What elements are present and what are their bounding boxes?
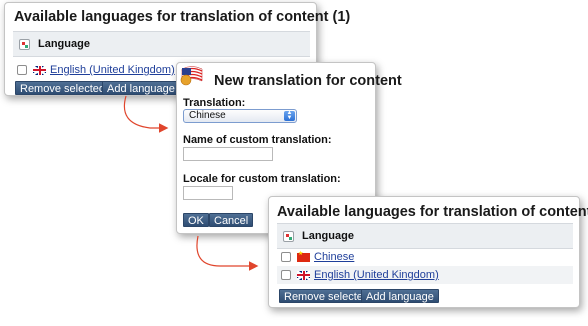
language-header-icon	[19, 38, 30, 50]
select-arrows-icon: ▲ ▼	[284, 110, 295, 121]
language-column-header: Language	[13, 31, 310, 57]
row-checkbox[interactable]	[17, 65, 27, 75]
custom-name-field[interactable]	[183, 147, 273, 161]
remove-selected-button[interactable]: Remove selected	[279, 289, 374, 303]
languages-panel-after: Available languages for translation of c…	[268, 196, 588, 308]
locale-field[interactable]	[183, 186, 233, 200]
row-checkbox[interactable]	[281, 252, 291, 262]
translation-selected-value: Chinese	[189, 110, 226, 121]
arrow-to-dialog	[123, 95, 169, 133]
china-flag-icon	[297, 250, 310, 262]
language-link[interactable]: Chinese	[314, 251, 354, 263]
dialog-title: New translation for content	[214, 73, 402, 89]
column-header-label: Language	[302, 230, 354, 242]
list-item: Chinese	[277, 248, 573, 266]
uk-flag-icon	[297, 270, 310, 280]
uk-flag-icon	[33, 65, 46, 75]
language-link[interactable]: English (United Kingdom)	[50, 64, 175, 76]
language-link[interactable]: English (United Kingdom)	[314, 269, 439, 281]
custom-name-label: Name of custom translation:	[183, 134, 332, 146]
translation-label: Translation:	[183, 97, 246, 109]
arrow-to-result	[196, 235, 259, 271]
remove-selected-button[interactable]: Remove selected	[15, 81, 110, 95]
panel-title: Available languages for translation of c…	[14, 9, 351, 25]
ok-button[interactable]: OK	[183, 213, 209, 227]
add-language-button[interactable]: Add language	[361, 289, 439, 303]
list-item: English (United Kingdom)	[277, 266, 573, 284]
row-checkbox[interactable]	[281, 270, 291, 280]
language-header-icon	[283, 230, 294, 242]
us-flag-globe-icon	[180, 66, 203, 86]
cancel-button[interactable]: Cancel	[209, 213, 254, 227]
language-column-header: Language	[277, 223, 573, 249]
panel-title: Available languages for translation of c…	[277, 204, 588, 220]
locale-label: Locale for custom translation:	[183, 173, 341, 185]
column-header-label: Language	[38, 38, 90, 50]
translation-select[interactable]: Chinese ▲ ▼	[183, 109, 297, 123]
add-language-button[interactable]: Add language	[102, 81, 180, 95]
